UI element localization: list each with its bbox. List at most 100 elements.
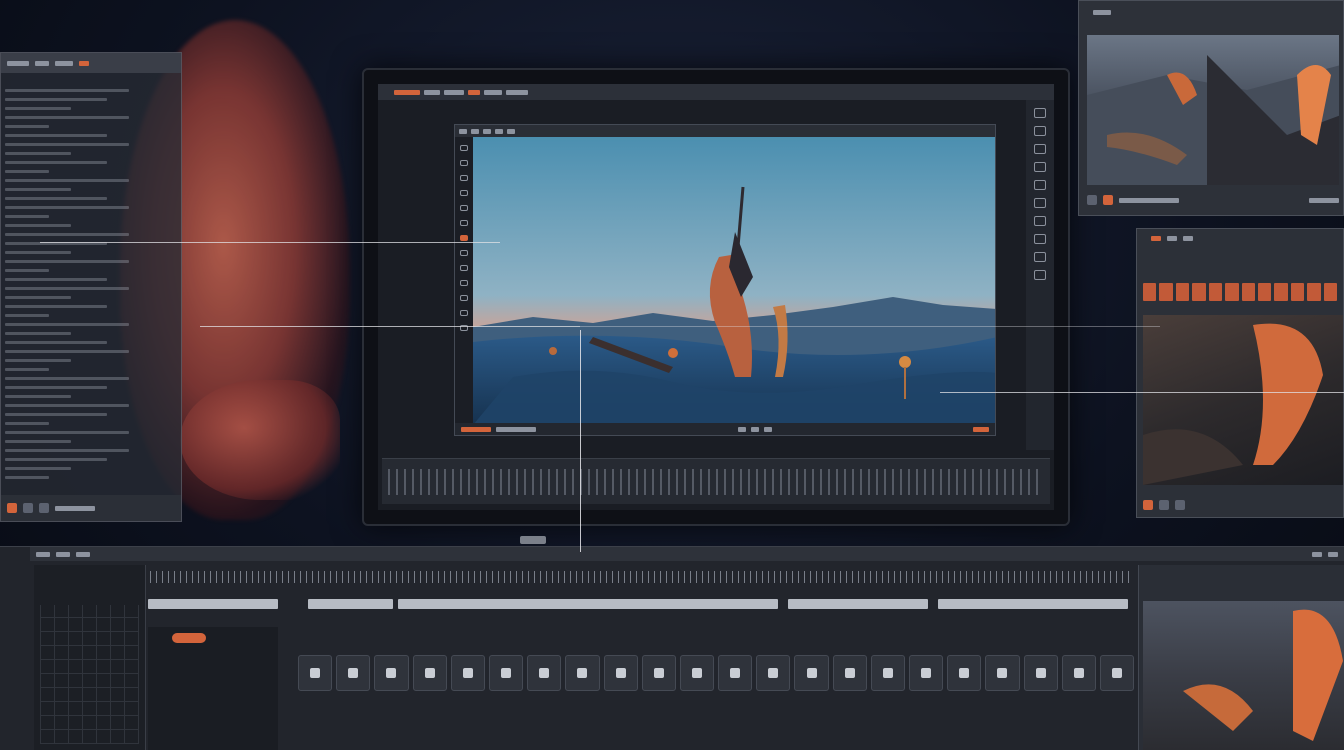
panel-tab-active[interactable]	[79, 60, 89, 66]
effects-panel-footer	[1143, 497, 1337, 513]
next-frame-button[interactable]	[763, 426, 772, 432]
zoom-icon[interactable]	[460, 280, 468, 286]
menu-clip[interactable]	[468, 89, 480, 95]
toolbar-button[interactable]	[36, 551, 50, 557]
toolbar-button[interactable]	[1328, 551, 1338, 557]
brush-icon[interactable]	[460, 235, 468, 241]
text-icon[interactable]	[460, 205, 468, 211]
toolbar-button[interactable]	[56, 551, 70, 557]
shape-icon[interactable]	[460, 220, 468, 226]
viewer-tool-button[interactable]	[471, 128, 479, 134]
effect-knob[interactable]	[374, 655, 409, 691]
menu-file[interactable]	[394, 89, 420, 95]
effect-knob[interactable]	[1023, 655, 1058, 691]
bottom-preview-panel	[1138, 565, 1344, 750]
panel-tab[interactable]	[1093, 9, 1111, 15]
mask-icon[interactable]	[460, 190, 468, 196]
export-icon[interactable]	[1034, 216, 1046, 226]
clip[interactable]	[938, 599, 1128, 609]
eyedropper-icon[interactable]	[460, 265, 468, 271]
zoom-level[interactable]	[461, 426, 491, 432]
menu-sequence[interactable]	[484, 89, 502, 95]
panel-tab[interactable]	[55, 60, 73, 66]
effect-knob[interactable]	[947, 655, 982, 691]
text-icon[interactable]	[1034, 270, 1046, 280]
export-button[interactable]	[1309, 197, 1339, 203]
prev-frame-button[interactable]	[737, 426, 746, 432]
effect-knob[interactable]	[870, 655, 905, 691]
zoom-icon[interactable]	[1034, 234, 1046, 244]
effect-knob[interactable]	[909, 655, 944, 691]
effect-knob[interactable]	[1061, 655, 1096, 691]
effect-knob[interactable]	[756, 655, 791, 691]
effect-knob[interactable]	[832, 655, 867, 691]
settings-icon[interactable]	[1034, 198, 1046, 208]
effect-knob[interactable]	[298, 655, 333, 691]
crop-icon[interactable]	[1034, 108, 1046, 118]
panel-tab[interactable]	[1183, 235, 1193, 241]
select-icon[interactable]	[460, 145, 468, 151]
video-frame-image	[473, 137, 995, 423]
settings-button[interactable]	[973, 426, 989, 432]
grid-icon[interactable]	[1034, 126, 1046, 136]
playhead[interactable]	[580, 330, 581, 552]
effect-presets[interactable]	[1143, 283, 1338, 301]
panel-tab[interactable]	[7, 60, 29, 66]
play-button[interactable]	[750, 426, 759, 432]
clip[interactable]	[308, 599, 393, 609]
layers-icon[interactable]	[1034, 144, 1046, 154]
time-ruler[interactable]	[150, 571, 1134, 583]
effect-knob[interactable]	[336, 655, 371, 691]
delete-button[interactable]	[1175, 500, 1185, 510]
effect-knob[interactable]	[679, 655, 715, 691]
viewer-tool-button[interactable]	[507, 128, 515, 134]
effect-knob[interactable]	[412, 655, 447, 691]
panel-tab-active[interactable]	[1151, 235, 1161, 241]
toolbar-button[interactable]	[1312, 551, 1322, 557]
resolution-select[interactable]	[496, 426, 536, 432]
effect-knob[interactable]	[794, 655, 829, 691]
audio-icon[interactable]	[1034, 162, 1046, 172]
viewer-tool-button[interactable]	[483, 128, 491, 134]
apply-button[interactable]	[1143, 500, 1153, 510]
clip[interactable]	[788, 599, 928, 609]
scrub-bar[interactable]	[1119, 197, 1179, 203]
monitor-timeline[interactable]	[382, 458, 1050, 504]
effect-knob[interactable]	[450, 655, 485, 691]
effect-knob[interactable]	[565, 655, 600, 691]
pen-icon[interactable]	[460, 175, 468, 181]
effect-knob[interactable]	[641, 655, 676, 691]
play-button[interactable]	[23, 503, 33, 513]
move-icon[interactable]	[460, 160, 468, 166]
panel-tab[interactable]	[1167, 235, 1177, 241]
color-icon[interactable]	[1034, 180, 1046, 190]
knob-handle	[1112, 668, 1123, 678]
menu-view[interactable]	[444, 89, 464, 95]
clip[interactable]	[148, 599, 278, 609]
effect-knob[interactable]	[1099, 655, 1135, 691]
volume-fader[interactable]	[172, 633, 206, 643]
effect-knob[interactable]	[718, 655, 753, 691]
effect-knob[interactable]	[985, 655, 1020, 691]
record-button[interactable]	[1103, 195, 1113, 205]
viewer-tool-button[interactable]	[459, 128, 467, 134]
viewer-tool-button[interactable]	[495, 128, 503, 134]
effect-knob[interactable]	[488, 655, 524, 691]
timer-icon[interactable]	[460, 310, 468, 316]
toolbar-button[interactable]	[76, 551, 90, 557]
effect-knob[interactable]	[603, 655, 638, 691]
menu-window[interactable]	[506, 89, 528, 95]
record-button[interactable]	[7, 503, 17, 513]
stop-button[interactable]	[39, 503, 49, 513]
menu-edit[interactable]	[424, 89, 440, 95]
eraser-icon[interactable]	[460, 250, 468, 256]
panel-tab[interactable]	[35, 60, 49, 66]
effect-knob[interactable]	[527, 655, 562, 691]
hand-icon[interactable]	[1034, 252, 1046, 262]
hand-icon[interactable]	[460, 295, 468, 301]
play-button[interactable]	[1087, 195, 1097, 205]
clip[interactable]	[398, 599, 778, 609]
video-viewer[interactable]	[454, 124, 996, 436]
reset-button[interactable]	[1159, 500, 1169, 510]
timeline-clips[interactable]	[388, 469, 1044, 495]
